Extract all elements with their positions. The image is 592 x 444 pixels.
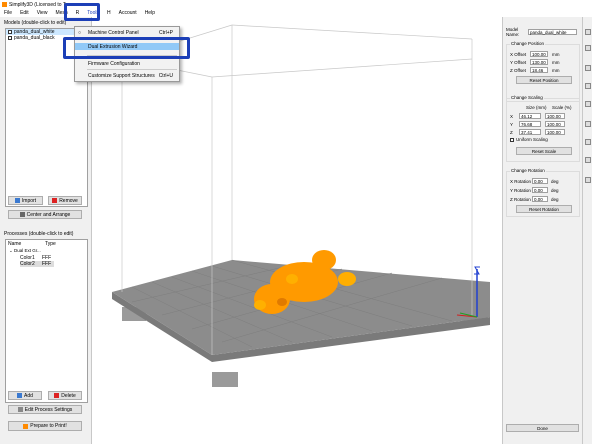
scaling-title: Change Scaling (510, 95, 544, 100)
model-name-row: Model Name: panda_dual_white (506, 27, 577, 37)
process-group[interactable]: ⌄ Dual Ext Gr... (9, 248, 41, 254)
z-rotation-field[interactable]: 0.00 (532, 196, 548, 202)
size-y-field[interactable]: 76.68 (519, 121, 541, 127)
menu-item-customize-support-structures[interactable]: Customize Support Structures Ctrl+U (75, 72, 179, 79)
position-group: Change Position X Offset 100.00 mm Y Off… (506, 41, 580, 102)
reset-rotation-button[interactable]: Reset Rotation (516, 205, 572, 213)
view-icon[interactable] (585, 139, 591, 145)
processes-header: Name Type (8, 241, 86, 247)
view-icon[interactable] (585, 29, 591, 35)
scale-y-field[interactable]: 100.00 (545, 121, 565, 127)
settings-icon (17, 407, 23, 412)
delete-process-button[interactable]: Delete (48, 391, 82, 400)
bed-foot (212, 372, 238, 387)
visibility-checkbox[interactable] (8, 36, 12, 40)
menu-help[interactable]: Help (141, 10, 159, 16)
remove-button[interactable]: Remove (48, 196, 82, 205)
z-offset-field[interactable]: 18.46 (530, 67, 548, 73)
right-panel: Model Name: panda_dual_white Change Posi… (502, 17, 582, 444)
rotation-title: Change Rotation (510, 168, 546, 173)
add-icon (17, 393, 23, 398)
wizard-callout (63, 37, 190, 59)
delete-icon (54, 393, 60, 398)
menu-separator (87, 69, 177, 70)
uniform-scaling-row[interactable]: Uniform Scaling (510, 137, 548, 142)
uniform-scaling-checkbox[interactable] (510, 137, 514, 142)
done-button[interactable]: Done (506, 424, 579, 432)
column-name: Name (8, 241, 22, 247)
center-arrange-button[interactable]: Center and Arrange (8, 210, 82, 219)
menu-file[interactable]: File (0, 10, 16, 16)
scale-z-field[interactable]: 100.00 (545, 129, 565, 135)
model-name: panda_dual_black (14, 35, 55, 41)
view-icon[interactable] (585, 83, 591, 89)
menu-item-machine-control-panel[interactable]: ○ Machine Control Panel Ctrl+P (75, 29, 179, 36)
tools-menu-callout (64, 3, 100, 21)
x-offset-field[interactable]: 100.00 (530, 51, 548, 57)
table-row[interactable]: Color2 FFF (20, 261, 54, 267)
window-title: Simplify3D (Licensed to Ter (9, 1, 70, 8)
view-icon[interactable] (585, 65, 591, 71)
menu-edit[interactable]: Edit (16, 10, 33, 16)
models-label: Models (double-click to edit) (4, 20, 67, 26)
menu-item-firmware-configuration[interactable]: Firmware Configuration (75, 60, 179, 67)
control-panel-icon: ○ (78, 29, 82, 36)
prepare-to-print-button[interactable]: Prepare to Print! (8, 421, 82, 431)
remove-icon (52, 198, 58, 203)
view-toolbar (582, 17, 592, 444)
menu-view[interactable]: View (33, 10, 52, 16)
model-name-label: Model Name: (506, 27, 520, 37)
view-icon[interactable] (585, 177, 591, 183)
reset-position-button[interactable]: Reset Position (516, 76, 572, 84)
reset-scale-button[interactable]: Reset Scale (516, 147, 572, 155)
x-rotation-field[interactable]: 0.00 (532, 178, 548, 184)
y-offset-field[interactable]: 130.00 (530, 59, 548, 65)
column-type: Type (45, 241, 56, 247)
visibility-checkbox[interactable] (8, 30, 12, 34)
model-name-field[interactable]: panda_dual_white (528, 29, 577, 35)
view-icon[interactable] (585, 121, 591, 127)
processes-label: Processes (double-click to edit) (4, 231, 74, 237)
import-icon (14, 198, 20, 203)
rotation-group: Change Rotation X Rotation 0.00 deg Y Ro… (506, 168, 580, 217)
add-process-button[interactable]: Add (8, 391, 42, 400)
import-button[interactable]: Import (8, 196, 43, 205)
processes-list[interactable]: Name Type ⌄ Dual Ext Gr... Color1 FFF Co… (5, 239, 88, 403)
view-icon[interactable] (585, 157, 591, 163)
scaling-group: Change Scaling Size (mm) Scale (%) X 46.… (506, 95, 580, 162)
menu-account[interactable]: Account (115, 10, 141, 16)
menu-help-partial[interactable]: H (103, 10, 115, 16)
collapse-icon[interactable]: ⌄ (9, 248, 13, 253)
view-icon[interactable] (585, 101, 591, 107)
app-icon (2, 2, 7, 7)
center-icon (19, 212, 25, 217)
print-icon (23, 423, 29, 429)
position-title: Change Position (510, 41, 546, 46)
edit-process-settings-button[interactable]: Edit Process Settings (8, 405, 82, 414)
size-z-field[interactable]: 37.41 (519, 129, 541, 135)
scale-x-field[interactable]: 100.00 (545, 113, 565, 119)
view-icon[interactable] (585, 45, 591, 51)
size-x-field[interactable]: 46.12 (519, 113, 541, 119)
y-rotation-field[interactable]: 0.00 (532, 187, 548, 193)
